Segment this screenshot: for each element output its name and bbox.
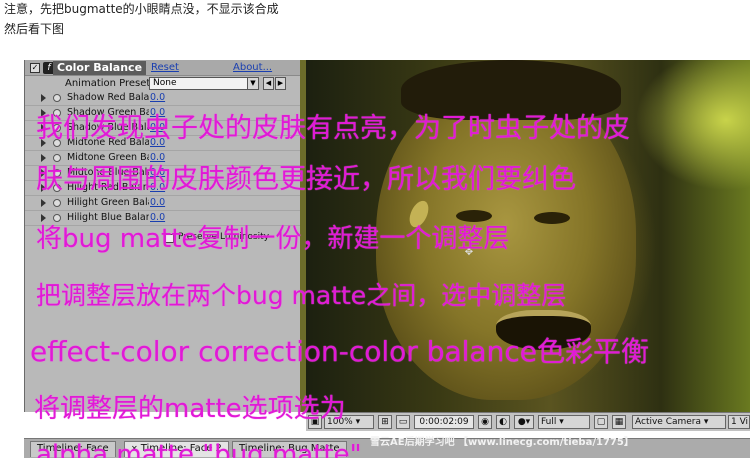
resolution-value: Full [541, 417, 557, 427]
safe-zones-icon[interactable]: ⊞ [378, 415, 392, 429]
annotation-line: effect-color correction-color balance色彩平… [30, 335, 649, 368]
twirl-arrow-icon[interactable] [41, 199, 46, 207]
mask-icon[interactable]: ▭ [396, 415, 410, 429]
property-row: Hilight Green Bala 0.0 [25, 196, 307, 211]
stopwatch-icon[interactable] [53, 94, 61, 102]
transparency-grid-icon[interactable]: ▦ [612, 415, 626, 429]
about-link[interactable]: About... [233, 62, 272, 73]
animation-presets-select[interactable]: None [149, 77, 259, 90]
viewer-toolbar: ▣ 100% ▾ ⊞ ▭ 0:00:02:09 ◉ ◐ ●▾ Full ▾ ▢ … [306, 412, 750, 431]
screenshot-root: 注意，先把bugmatte的小眼睛点没，不显示该合成 然后看下图 ✓ f Col… [0, 0, 750, 458]
right-eye-image [534, 212, 570, 224]
presets-value: None [153, 78, 177, 88]
resolution-select[interactable]: Full ▾ [538, 415, 590, 429]
property-value[interactable]: 0.0 [150, 92, 165, 103]
property-value[interactable]: 0.0 [150, 197, 165, 208]
prev-preset-icon[interactable]: ◀ [263, 77, 274, 90]
current-time-field[interactable]: 0:00:02:09 [414, 415, 474, 429]
region-of-interest-icon[interactable]: ▢ [594, 415, 608, 429]
effect-name[interactable]: Color Balance [53, 61, 147, 75]
view-layout-select[interactable]: 1 Vi [728, 415, 750, 429]
watermark-text: 雪云AE后期学习吧 【www.linecg.com/tieba/1775】 [370, 437, 634, 448]
effect-enable-toggle[interactable]: ✓ [30, 63, 40, 73]
snapshot-icon[interactable]: ◉ [478, 415, 492, 429]
annotation-line: alpha matte "bug matte" [36, 440, 362, 458]
camera-value: Active Camera [635, 417, 702, 427]
reset-link[interactable]: Reset [151, 62, 179, 73]
annotation-line: 把调整层放在两个bug matte之间，选中调整层 [36, 281, 567, 310]
property-label: Shadow Red Bala [67, 92, 149, 103]
stopwatch-icon[interactable] [53, 199, 61, 207]
effect-header: ✓ f Color Balance Reset About... [25, 60, 307, 76]
annotation-line: 肤与周围的皮肤颜色更接近，所以我们要纠色 [36, 164, 576, 195]
channel-icon[interactable]: ●▾ [514, 415, 534, 429]
intro-text-line-1: 注意，先把bugmatte的小眼睛点没，不显示该合成 [4, 2, 279, 16]
twirl-arrow-icon[interactable] [41, 94, 46, 102]
show-snapshot-icon[interactable]: ◐ [496, 415, 510, 429]
intro-text-line-2: 然后看下图 [4, 22, 65, 36]
property-label: Hilight Green Bala [67, 197, 149, 208]
annotation-line: 我们发现虫子处的皮肤有点亮，为了时虫子处的皮 [36, 113, 630, 144]
next-preset-icon[interactable]: ▶ [275, 77, 286, 90]
camera-select[interactable]: Active Camera ▾ [632, 415, 726, 429]
annotation-line: 将调整层的matte选项选为 [34, 394, 346, 424]
animation-presets-label: Animation Presets: [65, 78, 159, 89]
chevron-down-icon[interactable]: ▼ [247, 77, 259, 90]
property-row: Shadow Red Bala 0.0 [25, 91, 307, 106]
annotation-line: 将bug matte复制一份，新建一个调整层 [36, 224, 510, 254]
